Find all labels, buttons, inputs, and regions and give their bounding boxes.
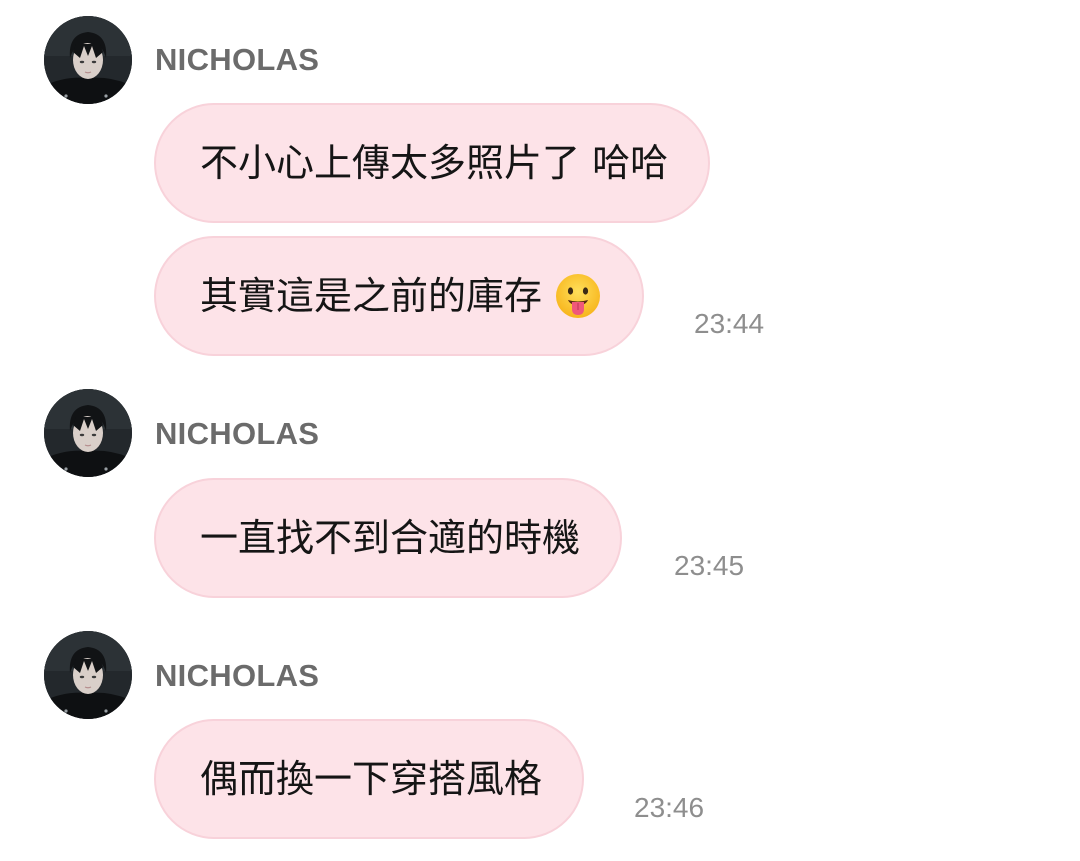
timestamp: 23:46: [634, 792, 705, 823]
sender-name: NICHOLAS: [155, 42, 320, 77]
avatar-photo-icon: [44, 389, 132, 477]
timestamp: 23:45: [674, 550, 745, 581]
message-bubble[interactable]: 一直找不到合適的時機: [154, 478, 623, 598]
message-bubble[interactable]: 其實這是之前的庫存: [154, 236, 645, 356]
message-bubble[interactable]: 偶而換一下穿搭風格: [154, 719, 585, 839]
message-text: 不小心上傳太多照片了 哈哈: [200, 141, 669, 185]
face-with-tongue-icon: [554, 272, 602, 320]
timestamp: 23:44: [694, 308, 765, 339]
message-text: 一直找不到合適的時機: [200, 516, 581, 560]
sender-avatar[interactable]: [44, 631, 132, 719]
sender-name: NICHOLAS: [155, 658, 320, 693]
message-text: 偶而換一下穿搭風格: [200, 757, 543, 801]
message-text: 其實這是之前的庫存: [200, 274, 543, 318]
sender-avatar[interactable]: [44, 389, 132, 477]
sender-name: NICHOLAS: [155, 416, 320, 451]
avatar-photo-icon: [44, 631, 132, 719]
message-bubble[interactable]: 不小心上傳太多照片了 哈哈: [154, 103, 711, 223]
avatar-photo-icon: [44, 16, 132, 104]
sender-avatar[interactable]: [44, 16, 132, 104]
